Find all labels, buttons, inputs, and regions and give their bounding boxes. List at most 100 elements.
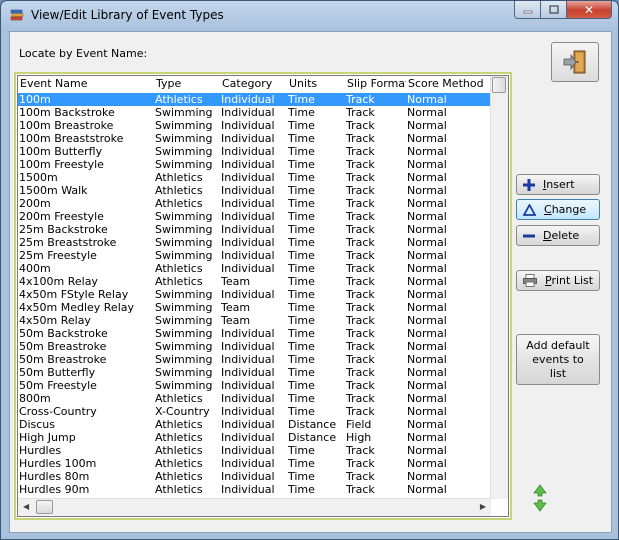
- horizontal-scroll-thumb[interactable]: [36, 500, 53, 514]
- table-row[interactable]: 4x50m Relay Swimming Team Time Track Normal: [18, 314, 494, 327]
- table-cell: 4x50m FStyle Relay: [19, 288, 129, 301]
- table-cell: Normal: [407, 353, 447, 366]
- table-cell: Normal: [407, 132, 447, 145]
- scroll-left-icon[interactable]: ◀: [23, 502, 29, 511]
- table-row[interactable]: 4x100m Relay Athletics Team Time Track Normal: [18, 275, 494, 288]
- table-cell: Normal: [407, 327, 447, 340]
- table-cell: 100m Breaststroke: [19, 132, 124, 145]
- add-default-events-button[interactable]: Add default events to list: [516, 334, 600, 385]
- vertical-scrollbar[interactable]: [490, 76, 508, 499]
- close-button[interactable]: ✕: [567, 1, 612, 19]
- up-down-arrows-icon[interactable]: [533, 484, 547, 512]
- table-cell: Normal: [407, 249, 447, 262]
- table-cell: Normal: [407, 301, 447, 314]
- table-row[interactable]: 4x50m Medley Relay Swimming Team Time Track N…: [18, 301, 494, 314]
- print-list-button[interactable]: Print List: [516, 270, 600, 291]
- table-row[interactable]: Hurdles 100m Athletics Individual Time Track…: [18, 457, 494, 470]
- scroll-right-icon[interactable]: ▶: [480, 502, 486, 511]
- table-row[interactable]: 50m Butterfly Swimming Individual Time Track…: [18, 366, 494, 379]
- table-cell: 1500m: [19, 171, 58, 184]
- insert-button[interactable]: Insert: [516, 174, 600, 195]
- change-button[interactable]: Change: [516, 199, 600, 220]
- table-cell: Time: [288, 262, 315, 275]
- table-row[interactable]: 50m Backstroke Swimming Individual Time Trac…: [18, 327, 494, 340]
- column-header-slip-format[interactable]: Slip Format: [345, 76, 406, 93]
- table-row[interactable]: High Jump Athletics Individual Distance High…: [18, 431, 494, 444]
- table-row[interactable]: Hurdles 90m Athletics Individual Time Track N…: [18, 483, 494, 496]
- table-row[interactable]: 4x50m FStyle Relay Swimming Individual Time…: [18, 288, 494, 301]
- vertical-scroll-thumb[interactable]: [492, 77, 506, 93]
- table-cell: Individual: [221, 158, 275, 171]
- title-bar[interactable]: View/Edit Library of Event Types ✕: [1, 1, 618, 29]
- table-cell: Track: [346, 301, 375, 314]
- table-cell: Normal: [407, 106, 447, 119]
- column-header-type[interactable]: Type: [154, 76, 220, 93]
- table-cell: Track: [346, 145, 375, 158]
- table-row[interactable]: 200m Freestyle Swimming Individual Time Trac…: [18, 210, 494, 223]
- table-row[interactable]: Hurdles 80m Athletics Individual Time Track N…: [18, 470, 494, 483]
- table-cell: Swimming: [155, 379, 213, 392]
- table-cell: Swimming: [155, 340, 213, 353]
- table-cell: Track: [346, 236, 375, 249]
- table-cell: Time: [288, 106, 315, 119]
- table-cell: Cross-Country: [19, 405, 97, 418]
- table-cell: Swimming: [155, 119, 213, 132]
- table-row[interactable]: Discus Athletics Individual Distance Field No…: [18, 418, 494, 431]
- column-header-score-method[interactable]: Score Method: [406, 76, 494, 93]
- table-row[interactable]: 50m Breastroke Swimming Individual Time Trac…: [18, 340, 494, 353]
- minimize-button[interactable]: [514, 1, 541, 19]
- event-grid[interactable]: Event Name Type Category Units Slip Form…: [14, 72, 512, 520]
- maximize-button[interactable]: [541, 1, 567, 19]
- table-cell: Individual: [221, 93, 275, 106]
- table-row[interactable]: Cross-Country X-Country Individual Time Trac…: [18, 405, 494, 418]
- table-cell: Swimming: [155, 314, 213, 327]
- table-row[interactable]: 25m Breaststroke Swimming Individual Time Tr…: [18, 236, 494, 249]
- table-cell: Time: [288, 275, 315, 288]
- table-cell: Time: [288, 392, 315, 405]
- table-cell: Track: [346, 457, 375, 470]
- table-row[interactable]: 50m Breastroke Swimming Individual Time Trac…: [18, 353, 494, 366]
- table-row[interactable]: 100m Freestyle Swimming Individual Time Trac…: [18, 158, 494, 171]
- table-row[interactable]: 25m Freestyle Swimming Individual Time Track…: [18, 249, 494, 262]
- table-row[interactable]: 100m Athletics Individual Time Track Normal: [18, 93, 494, 106]
- table-row[interactable]: 100m Butterfly Swimming Individual Time Trac…: [18, 145, 494, 158]
- table-cell: Hurdles 100m: [19, 457, 97, 470]
- table-row[interactable]: 400m Athletics Individual Time Track Normal: [18, 262, 494, 275]
- table-cell: High: [346, 431, 372, 444]
- column-header-event-name[interactable]: Event Name: [18, 76, 154, 93]
- table-cell: Individual: [221, 145, 275, 158]
- table-cell: Swimming: [155, 366, 213, 379]
- table-cell: Time: [288, 249, 315, 262]
- table-row[interactable]: 50m Freestyle Swimming Individual Time Track…: [18, 379, 494, 392]
- table-cell: Normal: [407, 262, 447, 275]
- table-cell: Track: [346, 288, 375, 301]
- delete-button[interactable]: Delete: [516, 225, 600, 246]
- table-row[interactable]: 100m Backstroke Swimming Individual Time Tra…: [18, 106, 494, 119]
- column-header-category[interactable]: Category: [220, 76, 287, 93]
- table-cell: Athletics: [155, 431, 203, 444]
- table-row[interactable]: 25m Backstroke Swimming Individual Time Trac…: [18, 223, 494, 236]
- table-cell: Time: [288, 379, 315, 392]
- table-cell: Normal: [407, 405, 447, 418]
- exit-button[interactable]: [551, 42, 599, 82]
- table-row[interactable]: 200m Athletics Individual Time Track Normal: [18, 197, 494, 210]
- table-cell: Swimming: [155, 353, 213, 366]
- table-row[interactable]: 100m Breastroke Swimming Individual Time Tra…: [18, 119, 494, 132]
- table-row[interactable]: Hurdles Athletics Individual Time Track Norma…: [18, 444, 494, 457]
- table-row[interactable]: 100m Breaststroke Swimming Individual Time T…: [18, 132, 494, 145]
- table-row[interactable]: 800m Athletics Individual Time Track Normal: [18, 392, 494, 405]
- table-cell: Normal: [407, 483, 447, 496]
- table-cell: Time: [288, 353, 315, 366]
- table-cell: Track: [346, 262, 375, 275]
- column-header-units[interactable]: Units: [287, 76, 345, 93]
- table-cell: Normal: [407, 431, 447, 444]
- table-row[interactable]: 1500m Athletics Individual Time Track Normal: [18, 171, 494, 184]
- table-cell: Swimming: [155, 236, 213, 249]
- horizontal-scrollbar[interactable]: ◀ ▶: [18, 498, 491, 516]
- table-cell: Individual: [221, 366, 275, 379]
- table-cell: Individual: [221, 106, 275, 119]
- table-row[interactable]: 1500m Walk Athletics Individual Time Track No…: [18, 184, 494, 197]
- table-cell: Swimming: [155, 327, 213, 340]
- table-cell: Athletics: [155, 444, 203, 457]
- book-stack-icon: [10, 9, 24, 21]
